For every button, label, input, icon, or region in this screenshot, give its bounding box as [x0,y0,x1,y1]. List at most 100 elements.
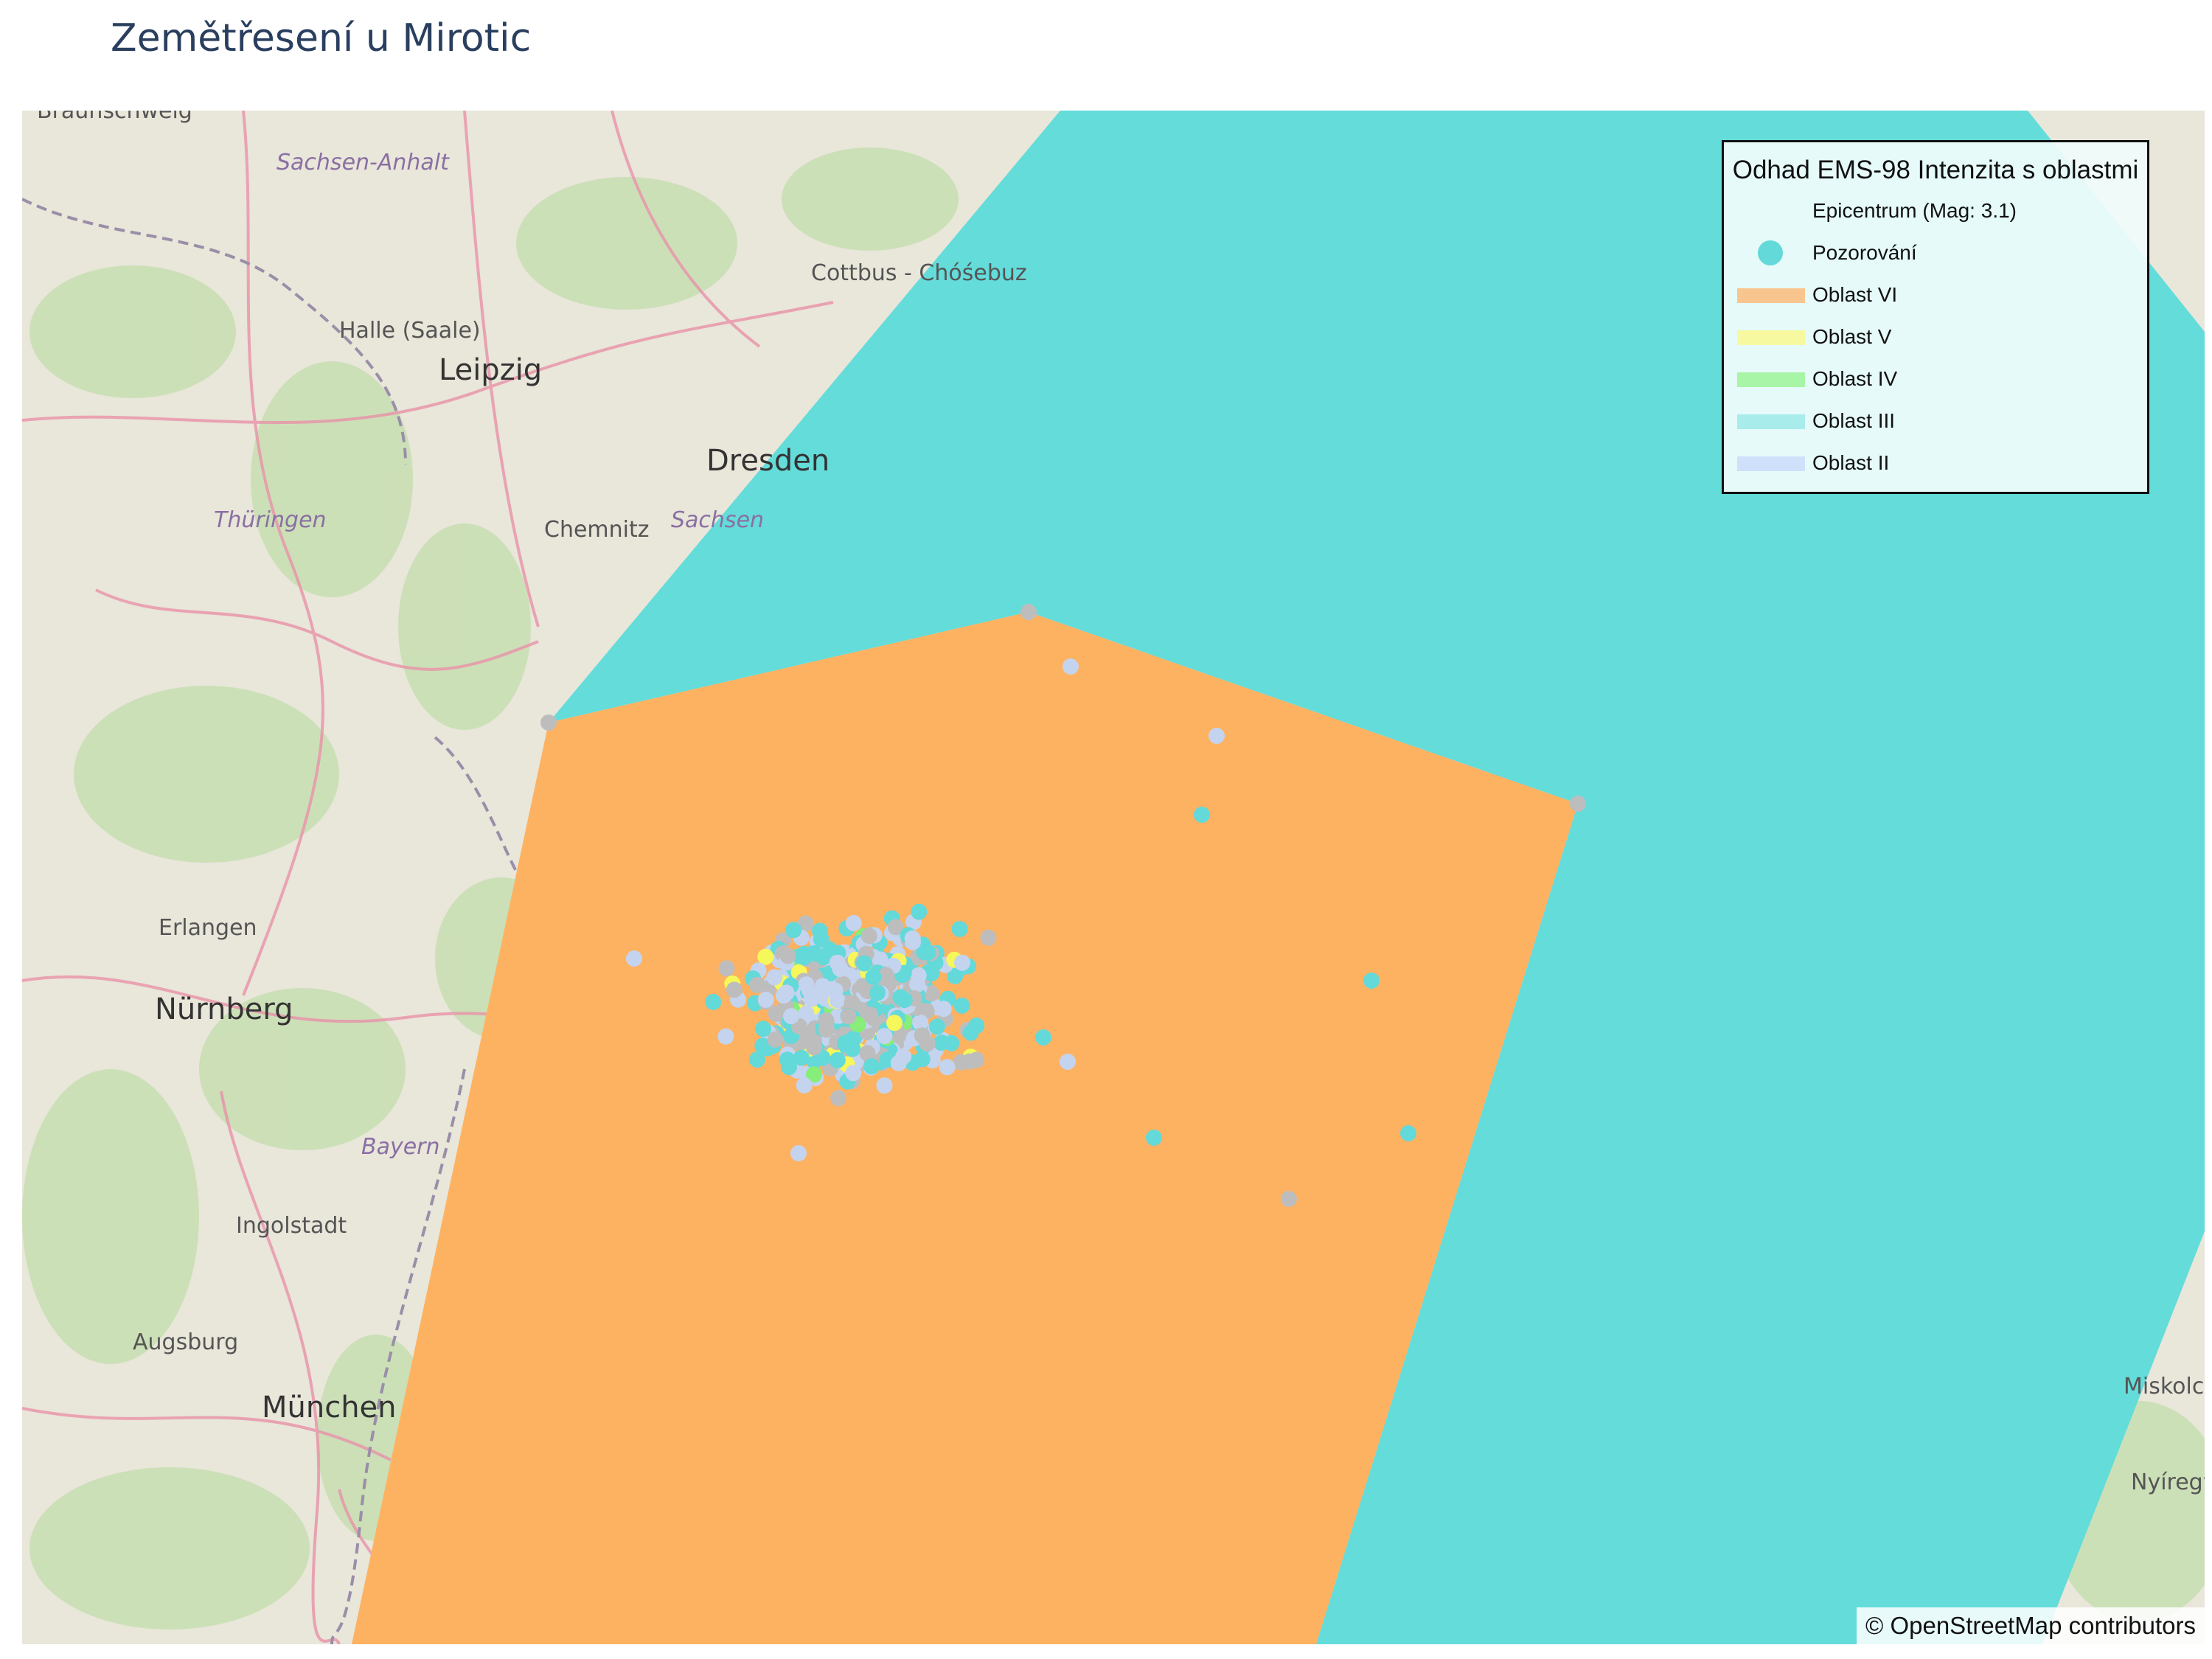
observation-point[interactable] [806,945,823,961]
observation-point[interactable] [919,1035,936,1052]
observation-point[interactable] [748,1051,765,1068]
observation-point[interactable] [928,1018,945,1035]
map-title: Zemětřesení u Mirotic [111,16,532,60]
observation-point[interactable] [914,1051,931,1068]
observation-point[interactable] [813,931,830,947]
legend-title: Odhad EMS-98 Intenzita s oblastmi [1732,156,2139,184]
legend-item[interactable]: Oblast VI [1724,278,2147,315]
observation-point[interactable] [766,969,783,986]
observation-point[interactable] [726,981,742,998]
observation-point[interactable] [779,947,796,964]
observation-point[interactable] [1363,973,1380,989]
legend: Odhad EMS-98 Intenzita s oblastmi Epicen… [1722,140,2149,494]
observation-point[interactable] [803,990,820,1007]
observation-point[interactable] [827,982,844,999]
observation-point[interactable] [1208,728,1225,744]
map-label-dresden: Dresden [706,444,830,478]
map-label-bayern: Bayern [361,1134,440,1160]
legend-item[interactable]: Oblast II [1724,446,2147,483]
map-label-augsburg: Augsburg [133,1329,238,1355]
observation-point[interactable] [862,1006,879,1023]
map-label-miskolc: Miskolc [2124,1374,2204,1399]
observation-point[interactable] [856,955,873,972]
legend-item-label: Oblast II [1812,451,1890,474]
observation-point[interactable] [540,714,557,731]
observation-point[interactable] [904,930,921,947]
legend-item[interactable]: Pozorování [1724,236,2147,273]
observation-point[interactable] [980,929,997,946]
observation-point[interactable] [785,922,802,939]
observation-point[interactable] [939,1059,956,1076]
map-label-erlangen: Erlangen [159,915,257,941]
observation-point[interactable] [757,991,774,1008]
observation-point[interactable] [783,1008,799,1025]
observation-point[interactable] [953,1054,970,1071]
observation-point[interactable] [1146,1130,1162,1146]
observation-point[interactable] [749,976,765,993]
observation-point[interactable] [869,984,886,1001]
observation-point[interactable] [829,954,846,971]
observation-point[interactable] [790,1145,807,1161]
observation-point[interactable] [919,944,936,961]
observation-point[interactable] [962,1024,979,1041]
observation-point[interactable] [1400,1125,1416,1141]
observation-point[interactable] [717,1028,734,1045]
observation-point[interactable] [626,950,642,967]
observation-point[interactable] [775,987,792,1004]
legend-item-label: Oblast III [1812,409,1896,432]
map-attribution[interactable]: © OpenStreetMap contributors [1856,1607,2205,1644]
observation-point[interactable] [876,1077,893,1094]
map-label-cottbus: Cottbus - Chóśebuz [811,260,1027,286]
observation-point[interactable] [1281,1191,1297,1207]
observation-point[interactable] [830,1090,846,1107]
legend-area-swatch [1737,414,1805,429]
observation-point[interactable] [705,993,722,1010]
map-label-sachsen: Sachsen [671,507,764,533]
observation-point[interactable] [865,969,882,985]
legend-item[interactable]: Oblast IV [1724,362,2147,399]
legend-item-label: Oblast IV [1812,367,1898,390]
legend-item-label: Oblast V [1812,325,1892,348]
observation-point[interactable] [896,992,913,1009]
observation-point[interactable] [911,903,928,920]
observation-point[interactable] [943,1034,960,1051]
legend-item[interactable]: Oblast V [1724,320,2147,357]
observation-point[interactable] [935,1001,952,1018]
map-label-sachsen-anhalt: Sachsen-Anhalt [276,150,450,175]
map-label-muenchen: München [262,1391,397,1425]
observation-point[interactable] [876,1028,893,1045]
observation-point[interactable] [806,1039,823,1056]
observation-point[interactable] [1060,1054,1076,1070]
observation-point[interactable] [909,975,926,992]
observation-point[interactable] [755,1020,772,1037]
observation-point[interactable] [1062,658,1079,675]
legend-area-swatch [1737,330,1805,345]
observation-point[interactable] [1035,1029,1051,1046]
observation-point[interactable] [953,997,970,1014]
observation-point[interactable] [890,1054,907,1071]
observation-point[interactable] [840,1008,857,1025]
observation-point[interactable] [1194,807,1210,823]
observation-point[interactable] [954,954,970,971]
legend-item[interactable]: Oblast III [1724,404,2147,441]
observation-point[interactable] [886,1015,903,1032]
observation-point[interactable] [951,921,968,937]
observation-point[interactable] [845,1065,862,1082]
map-label-nyiregyhaza: Nyíregyháza [2131,1470,2205,1495]
observation-point[interactable] [798,976,815,993]
observation-point[interactable] [863,1058,880,1075]
observation-point[interactable] [796,1077,813,1093]
legend-item[interactable]: Epicentrum (Mag: 3.1) [1724,194,2147,231]
map-label-chemnitz: Chemnitz [544,517,650,543]
observation-point[interactable] [1020,604,1037,620]
observation-point[interactable] [718,960,735,977]
observation-point[interactable] [1570,796,1586,812]
legend-area-swatch [1737,372,1805,387]
legend-area-swatch [1737,288,1805,303]
observation-point[interactable] [860,928,877,945]
observation-point[interactable] [818,1012,835,1029]
observation-point[interactable] [829,1051,846,1068]
observation-point[interactable] [845,914,862,931]
observation-point[interactable] [779,1051,796,1068]
observation-point[interactable] [844,1031,861,1048]
